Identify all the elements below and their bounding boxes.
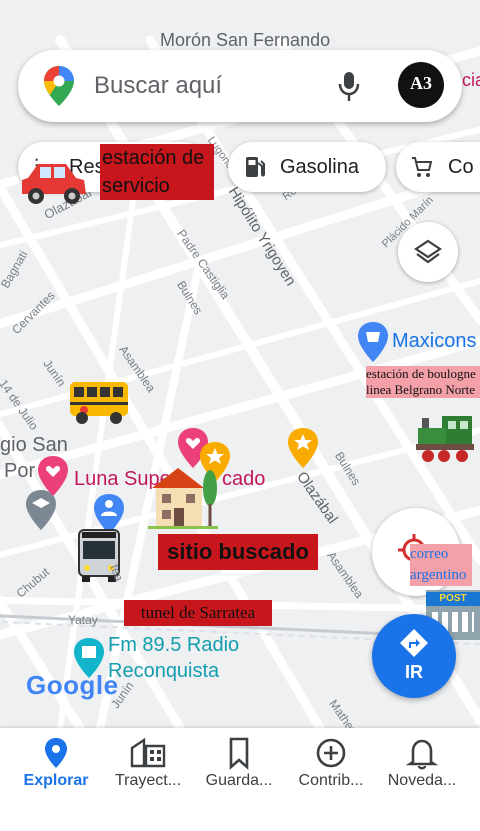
commute-icon [130,737,166,768]
street-label: Yatay [68,613,98,627]
train-icon [416,416,474,462]
nav-label: Guarda... [205,772,273,789]
google-logo-text: Google [26,670,119,700]
nav-label: Noveda... [387,772,457,789]
school-bus-icon [70,382,128,424]
directions-arrow-icon [400,629,428,657]
bookmark-icon [229,737,249,770]
chip-shopping[interactable]: Co [396,142,480,192]
car-icon [22,164,86,204]
bell-icon [405,739,439,770]
house-icon [148,468,218,529]
chip-gas-station[interactable]: Gasolina [228,142,386,192]
nav-explore[interactable]: Explorar [8,728,104,831]
maps-pin-logo-icon [44,66,74,106]
cart-icon [412,157,433,177]
annotation-target-place: sitio buscado [158,534,318,570]
corner-label: cia [462,70,480,90]
place-label-maxiconsumo[interactable]: Maxicons [392,330,476,353]
shopping-pin-icon [358,322,388,362]
post-sign-text: POST [439,593,467,604]
chip-label: Co [448,155,474,178]
heart-pin-icon [38,456,68,496]
chip-label: Gasolina [280,155,359,178]
go-button-label: IR [405,662,423,682]
nav-label: Trayect... [114,772,182,789]
directions-go-button[interactable]: IR [372,614,456,698]
annotation-gas-station: estación de servicio [100,144,214,200]
school-pin-icon [26,490,56,530]
google-logo: Google [26,670,119,701]
nav-saved[interactable]: Guarda... [191,728,287,831]
add-circle-icon [316,738,346,768]
annotation-boulogne-station: estación de boulogne linea Belgrano Nort… [366,366,480,398]
nav-label: Contrib... [298,772,364,789]
annotation-post-office: correo argentino [410,544,472,586]
nav-updates[interactable]: Noveda... [374,728,470,831]
top-street-label: Morón San Fernando [160,30,331,50]
search-bar[interactable]: Buscar aquí A3 [18,50,462,122]
star-pin-icon [288,428,318,468]
microphone-icon[interactable] [337,70,361,102]
nav-contribute[interactable]: Contrib... [283,728,379,831]
layers-icon [414,239,442,264]
location-pin-icon [45,738,67,768]
nav-label: Explorar [23,772,89,789]
post-sign: POST [426,592,480,606]
search-placeholder[interactable]: Buscar aquí [94,72,222,100]
place-label-school-2[interactable]: Por [4,460,35,483]
place-label-school[interactable]: gio San [0,434,68,457]
annotation-tunnel: tunel de Sarratea [124,600,272,626]
account-avatar[interactable]: A3 [398,62,444,108]
bottom-nav: Explorar Trayect... Guarda... Contrib...… [0,728,480,831]
avatar-text: A3 [410,73,432,93]
gas-station-icon [246,157,265,177]
place-label-radio-2[interactable]: Reconquista [108,660,219,683]
nav-commute[interactable]: Trayect... [100,728,196,831]
place-label-radio[interactable]: Fm 89.5 Radio [108,634,239,657]
layers-button[interactable] [398,222,458,282]
map-canvas[interactable]: Morón San Fernando Olazábal Hipólito Yri… [0,0,480,728]
